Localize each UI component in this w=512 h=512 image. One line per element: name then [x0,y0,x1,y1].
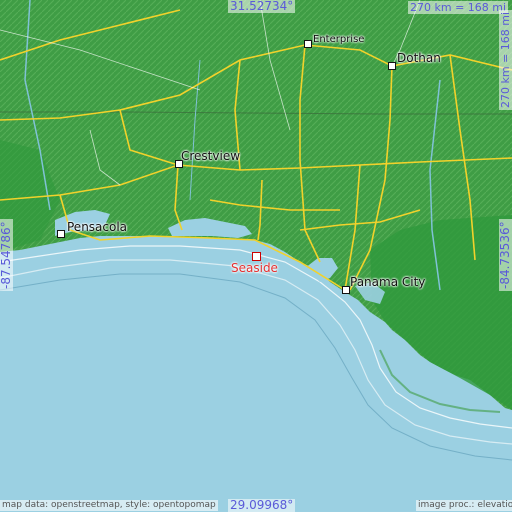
pensacola-marker [57,230,65,238]
south-coordinate: 29.09968° [228,498,296,512]
scale-horizontal: 270 km = 168 mi [408,1,509,14]
attribution-left: map data: openstreetmap, style: opentopo… [0,500,218,511]
enterprise-marker [304,40,312,48]
city-label-panama-city: Panama City [350,275,426,289]
city-label-pensacola: Pensacola [67,220,128,234]
city-label-enterprise: Enterprise [313,34,365,45]
city-label-crestview: Crestview [181,149,241,163]
attribution-right: image proc.: elevation.city [416,500,512,511]
dothan-marker [388,62,396,70]
map-view[interactable]: 31.52734° 29.09968° -87.54786° -84.73536… [0,0,512,512]
scale-vertical: 270 km = 168 mi [499,9,512,110]
city-label-seaside[interactable]: Seaside [231,261,278,275]
city-label-dothan: Dothan [397,51,441,65]
seaside-marker[interactable] [252,252,261,261]
west-coordinate: -87.54786° [0,219,13,291]
east-coordinate: -84.73536° [498,219,512,291]
north-coordinate: 31.52734° [228,0,296,13]
panama-city-marker [342,286,350,294]
